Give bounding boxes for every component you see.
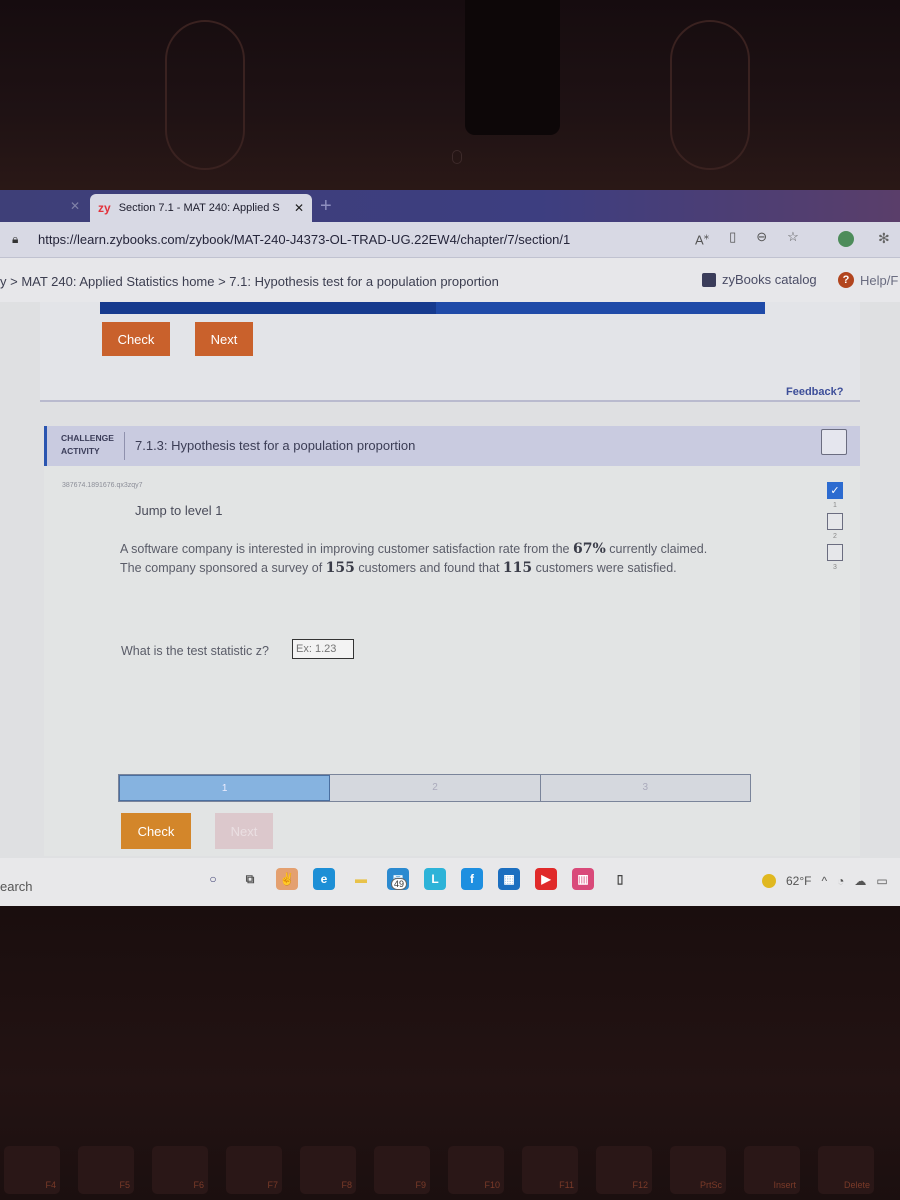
progress-segment: 2 xyxy=(330,775,541,801)
jump-to-level-select[interactable]: Jump to level 1 xyxy=(135,503,222,518)
check-answer-button[interactable]: Check xyxy=(121,813,191,849)
keyboard-key: F12 xyxy=(596,1146,652,1194)
temperature[interactable]: 62°F xyxy=(786,874,811,888)
taskbar-search[interactable]: earch xyxy=(0,879,33,894)
app-orange-icon[interactable]: ✌ xyxy=(276,868,298,890)
help-link[interactable]: ? Help/F xyxy=(838,272,898,288)
keyboard-key: PrtSc xyxy=(670,1146,726,1194)
level-3-indicator[interactable] xyxy=(827,544,843,561)
keyboard-key: F4 xyxy=(4,1146,60,1194)
tab-title: Section 7.1 - MAT 240: Applied S xyxy=(118,202,280,214)
keyboard-key: F7 xyxy=(226,1146,282,1194)
favorites-icon[interactable]: ☆ xyxy=(787,229,799,247)
check-button[interactable]: Check xyxy=(102,322,170,356)
activity-code-id: 387674.1891676.qx3zqy7 xyxy=(62,482,143,489)
challenge-activity-header: CHALLENGE ACTIVITY 7.1.3: Hypothesis tes… xyxy=(44,426,860,466)
store-icon[interactable]: ▦ xyxy=(498,868,520,890)
webcam xyxy=(452,150,462,164)
divider xyxy=(124,432,125,460)
background-object xyxy=(165,20,245,170)
satisfied-count: 115 xyxy=(502,560,533,576)
windows-taskbar: earch ○ ⧉ ✌ e ▬ ✉49 Lf ▦ ▶ ▥ ▯ 62°F ^ ◔ ☁ ▭ xyxy=(0,858,900,906)
notepad-icon[interactable]: ▯ xyxy=(609,868,631,890)
zybooks-favicon-icon: zy xyxy=(98,201,111,215)
chevron-up-icon[interactable]: ^ xyxy=(821,874,827,888)
book-icon xyxy=(702,272,716,287)
level-progress-bar: 1 2 3 xyxy=(118,774,751,802)
mail-badge: 49 xyxy=(391,878,408,890)
weather-moon-icon[interactable] xyxy=(762,874,776,888)
facebook-icon[interactable]: f xyxy=(461,868,483,890)
completion-badge-icon xyxy=(821,429,847,455)
keyboard-key: F6 xyxy=(152,1146,208,1194)
keyboard-key: Delete xyxy=(818,1146,874,1194)
activity-title: 7.1.3: Hypothesis test for a population … xyxy=(135,438,416,453)
laptop-keyboard: F4 F5 F6 F7 F8 F9 F10 F11 F12 PrtSc Inse… xyxy=(0,906,900,1200)
address-bar-row: 🔒︎ https://learn.zybooks.com/zybook/MAT-… xyxy=(0,222,900,258)
url-field[interactable]: https://learn.zybooks.com/zybook/MAT-240… xyxy=(38,232,570,247)
laptop-screen: ✕ zy Section 7.1 - MAT 240: Applied S ✕ … xyxy=(0,190,900,906)
claimed-rate: 67% xyxy=(572,541,606,557)
taskbar-apps: ○ ⧉ ✌ e ▬ ✉49 Lf ▦ ▶ ▥ ▯ xyxy=(202,868,631,890)
progress-segment: 1 xyxy=(119,775,331,801)
youtube-icon[interactable]: ▶ xyxy=(535,868,557,890)
keyboard-key: F5 xyxy=(78,1146,134,1194)
browser-tab-active[interactable]: zy Section 7.1 - MAT 240: Applied S ✕ xyxy=(90,194,312,222)
extension-icon[interactable] xyxy=(838,231,854,247)
app-l-icon[interactable]: L xyxy=(424,868,446,890)
zybooks-catalog-link[interactable]: zyBooks catalog xyxy=(702,272,817,287)
help-label: Help/F xyxy=(860,272,899,288)
task-view-icon[interactable]: ⧉ xyxy=(239,868,261,890)
tab-strip: ✕ zy Section 7.1 - MAT 240: Applied S ✕ … xyxy=(0,190,900,222)
new-tab-button[interactable]: + xyxy=(320,195,332,218)
wifi-icon[interactable]: ◔ xyxy=(837,874,844,888)
cortana-icon[interactable]: ○ xyxy=(202,868,224,890)
next-button[interactable]: Next xyxy=(195,322,253,356)
keyboard-key: Insert xyxy=(744,1146,800,1194)
close-icon[interactable]: ✕ xyxy=(70,199,80,213)
help-icon: ? xyxy=(838,272,854,288)
activity-type-label: CHALLENGE ACTIVITY xyxy=(61,433,114,456)
file-explorer-icon[interactable]: ▬ xyxy=(350,868,372,890)
next-level-button-disabled[interactable]: Next xyxy=(215,813,273,849)
laptop-bezel-top xyxy=(0,0,900,190)
sample-size: 155 xyxy=(325,560,355,576)
keyboard-key: F9 xyxy=(374,1146,430,1194)
level-indicators: ✓ 1 2 3 xyxy=(820,482,850,575)
keyboard-key: F8 xyxy=(300,1146,356,1194)
edge-icon[interactable]: e xyxy=(313,868,335,890)
feedback-link[interactable]: Feedback? xyxy=(786,386,843,398)
test-statistic-input[interactable] xyxy=(292,639,354,659)
zoom-out-icon[interactable]: ⊖ xyxy=(756,229,767,247)
system-tray: 62°F ^ ◔ ☁ ▭ xyxy=(762,874,888,888)
background-object xyxy=(465,0,560,135)
level-2-indicator[interactable] xyxy=(827,513,843,530)
close-tab-icon[interactable]: ✕ xyxy=(294,201,304,215)
progress-segment: 3 xyxy=(642,782,649,793)
background-object xyxy=(670,20,750,170)
extensions-puzzle-icon[interactable]: ✻ xyxy=(878,230,890,247)
lock-icon[interactable]: 🔒︎ xyxy=(12,232,18,247)
mail-icon[interactable]: ✉49 xyxy=(387,868,409,890)
news-icon[interactable]: ▥ xyxy=(572,868,594,890)
level-1-check-icon[interactable]: ✓ xyxy=(827,482,843,499)
previous-activity-progress-bar xyxy=(100,302,765,314)
breadcrumb[interactable]: y > MAT 240: Applied Statistics home > 7… xyxy=(0,274,499,289)
zybooks-header: y > MAT 240: Applied Statistics home > 7… xyxy=(0,258,900,302)
question-label: What is the test statistic z? xyxy=(121,644,269,658)
read-aloud-icon[interactable]: A⁎ xyxy=(695,229,709,247)
problem-statement: A software company is interested in impr… xyxy=(120,541,708,576)
catalog-label: zyBooks catalog xyxy=(722,272,817,287)
immersive-reader-icon[interactable]: ▯ xyxy=(729,229,736,247)
onedrive-cloud-icon[interactable]: ☁ xyxy=(854,874,866,888)
device-icon[interactable]: ▭ xyxy=(876,874,887,888)
keyboard-key: F11 xyxy=(522,1146,578,1194)
keyboard-key: F10 xyxy=(448,1146,504,1194)
